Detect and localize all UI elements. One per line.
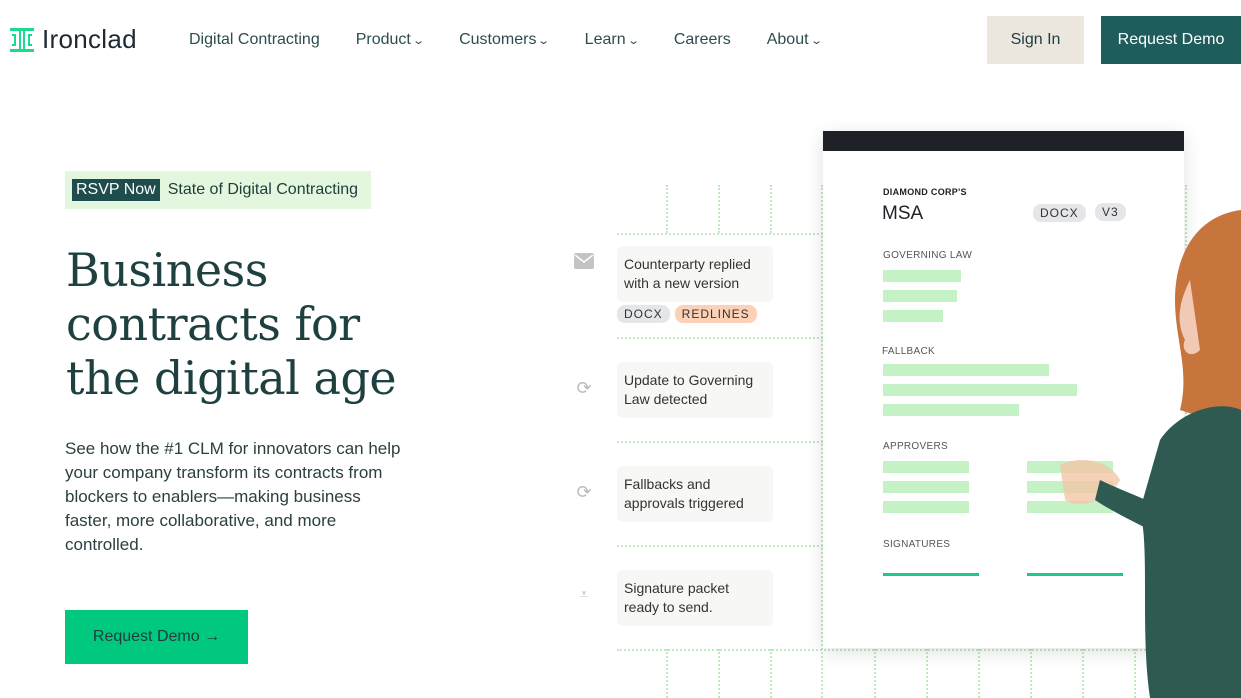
headline-line: contracts for [66,297,360,351]
headline-line: Business [66,243,268,297]
badge-text: State of Digital Contracting [167,181,359,198]
section-governing-law: GOVERNING LAW [883,250,973,261]
nav-label: Customers [459,31,537,48]
nav-label: Product [355,31,411,48]
event-signature: Signature packet ready to send. [617,570,773,626]
sync-icon: ⟳ [576,482,592,502]
headline-line: the digital age [66,351,397,405]
event-text: Counterparty replied with a new version [624,256,751,291]
announcement-badge[interactable]: RSVP Now State of Digital Contracting [65,171,371,209]
redlines-tag: REDLINES [674,305,757,323]
section-fallback: FALLBACK [882,346,935,357]
nav-careers[interactable]: Careers [674,31,731,49]
hero-headline: Business contracts for the digital age [66,243,446,405]
event-text: Update to Governing Law detected [624,372,754,407]
document-title: MSA [882,203,924,224]
sync-icon: ⟳ [576,378,592,398]
nav-customers[interactable]: Customers ⌄ [459,31,551,49]
event-governing-law: Update to Governing Law detected [617,362,773,418]
company-name: DIAMOND CORP'S [883,187,967,197]
chevron-down-icon: ⌄ [537,34,551,47]
woman-illustration [1060,210,1241,698]
section-approvers: APPROVERS [883,441,948,452]
nav-about[interactable]: About ⌄ [766,31,823,49]
nav-label: Careers [673,31,731,48]
nav-label: Digital Contracting [189,31,320,48]
ironclad-logo[interactable]: Ironclad [10,24,137,55]
nav-product[interactable]: Product ⌄ [355,31,425,49]
section-signatures: SIGNATURES [883,539,951,550]
mail-icon [574,253,594,273]
sign-in-button[interactable]: Sign In [987,16,1084,64]
event-counterparty-replied: Counterparty replied with a new version [617,246,773,302]
brand-name: Ironclad [42,24,137,54]
nav-label: About [766,31,809,48]
event-text: Signature packet ready to send. [624,580,730,615]
nav-label: Learn [584,31,626,48]
nav-learn[interactable]: Learn ⌄ [584,31,640,49]
main-nav: Digital Contracting Product ⌄ Customers ⌄ … [189,31,857,49]
card-header-bar [823,131,1184,151]
chevron-down-icon: ⌄ [809,34,823,47]
header-request-demo-button[interactable]: Request Demo [1101,16,1241,64]
nav-digital-contracting[interactable]: Digital Contracting [189,31,320,49]
hero-request-demo-button[interactable]: Request Demo → [65,610,248,664]
event-fallbacks: Fallbacks and approvals triggered [617,466,773,522]
ironclad-logo-icon [10,27,34,52]
chevron-down-icon: ⌄ [626,34,640,47]
rsvp-tag: RSVP Now [72,179,160,201]
signature-icon: ⩡ [579,586,589,603]
docx-tag: DOCX [617,305,670,323]
chevron-down-icon: ⌄ [412,34,425,47]
hero-description: See how the #1 CLM for innovators can he… [65,439,401,554]
event-tags: DOCX REDLINES [617,305,757,323]
event-text: Fallbacks and approvals triggered [624,476,744,511]
